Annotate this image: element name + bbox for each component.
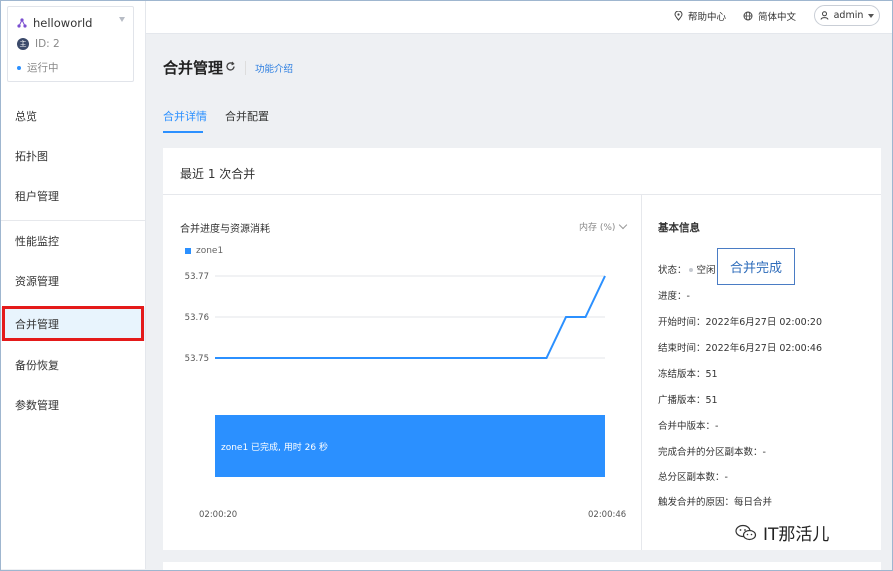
info-row-end-time: 结束时间：2022年6月27日 02:00:46 [658, 340, 822, 354]
info-row-start-time: 开始时间：2022年6月27日 02:00:20 [658, 314, 822, 328]
page-title: 合并管理 [163, 59, 224, 77]
info-row-trigger-reason: 触发合并的原因：每日合并 [658, 494, 772, 508]
sidebar-item-label: 性能监控 [15, 235, 59, 248]
info-row-merged-replicas: 完成合并的分区副本数：- [658, 444, 766, 458]
user-menu[interactable]: admin [814, 5, 880, 26]
sidebar-item-label: 租户管理 [15, 190, 59, 203]
y-tick-label: 53.75 [185, 354, 209, 364]
info-value: 2022年6月27日 02:00:20 [705, 317, 823, 328]
cluster-icon [17, 18, 27, 28]
watermark-text: IT那活儿 [763, 525, 830, 545]
instance-id: ID: 2 [35, 38, 60, 50]
sidebar-item-params[interactable]: 参数管理 [1, 388, 145, 422]
info-value: - [715, 421, 719, 432]
info-row-total-replicas: 总分区副本数：- [658, 469, 728, 483]
globe-icon [743, 11, 753, 21]
info-row-broadcast-version: 广播版本：51 [658, 392, 718, 406]
next-card [163, 562, 881, 570]
active-tab-indicator [163, 131, 203, 133]
instance-card[interactable]: helloworld 主 ID: 2 运行中 [7, 6, 134, 82]
highlight-box [2, 306, 144, 341]
sidebar-item-label: 备份恢复 [15, 359, 59, 372]
sidebar-item-backup[interactable]: 备份恢复 [1, 348, 145, 382]
user-icon [820, 11, 829, 20]
info-label: 总分区副本数： [658, 472, 725, 483]
x-tick-label: 02:00:46 [588, 510, 627, 520]
sidebar-item-resources[interactable]: 资源管理 [1, 264, 145, 298]
watermark: IT那活儿 [735, 520, 829, 545]
merge-complete-callout: 合并完成 [717, 248, 795, 285]
wechat-icon [735, 524, 757, 540]
y-tick-label: 53.76 [185, 313, 209, 323]
language-label: 简体中文 [758, 12, 797, 23]
merge-card: 最近 1 次合并 合并进度与资源消耗 内存 (%) zone1 53.77 53.… [163, 148, 881, 550]
info-label: 进度： [658, 291, 687, 302]
info-value: 51 [705, 369, 718, 380]
info-row-frozen-version: 冻结版本：51 [658, 366, 718, 380]
help-center-link[interactable]: 帮助中心 [674, 9, 726, 23]
memory-line-chart: 53.77 53.76 53.75 [185, 272, 606, 364]
info-row-status: 状态： 空闲 [658, 262, 716, 276]
language-switch[interactable]: 简体中文 [743, 9, 796, 23]
chevron-down-icon[interactable] [119, 17, 125, 22]
info-label: 广播版本： [658, 395, 706, 406]
feature-intro-link[interactable]: 功能介绍 [245, 61, 293, 75]
instance-status: 运行中 [27, 62, 59, 74]
info-value: 空闲 [696, 265, 716, 276]
nav-divider [1, 220, 145, 221]
instance-name: helloworld [33, 16, 93, 30]
instance-id-row: 主 ID: 2 [17, 38, 60, 50]
info-value: 51 [705, 395, 718, 406]
info-label: 状态： [658, 265, 687, 276]
info-label: 触发合并的原因： [658, 497, 735, 508]
status-dot-icon [688, 268, 693, 272]
status-dot-icon [17, 65, 21, 70]
sidebar-item-overview[interactable]: 总览 [1, 99, 145, 133]
sidebar-item-label: 资源管理 [15, 275, 59, 288]
info-row-merging-version: 合并中版本：- [658, 418, 718, 432]
info-label: 结束时间： [658, 343, 706, 354]
username: admin [833, 10, 864, 21]
location-pin-icon [674, 11, 683, 21]
info-value: - [686, 291, 690, 302]
instance-status-row: 运行中 [17, 60, 59, 75]
sidebar-item-performance[interactable]: 性能监控 [1, 224, 145, 258]
sidebar-item-label: 拓扑图 [15, 150, 48, 163]
chevron-down-icon [868, 13, 875, 18]
refresh-icon[interactable] [225, 61, 236, 72]
info-value: - [724, 472, 728, 483]
sidebar-item-tenants[interactable]: 租户管理 [1, 179, 145, 213]
instance-name-row: helloworld [17, 16, 92, 30]
sidebar: helloworld 主 ID: 2 运行中 总览 拓扑图 租户管理 性能监控 … [1, 1, 146, 569]
y-tick-label: 53.77 [185, 272, 209, 282]
info-label: 开始时间： [658, 317, 706, 328]
progress-bar-text: zone1 已完成, 用时 26 秒 [221, 443, 328, 453]
tab-merge-config[interactable]: 合并配置 [225, 108, 269, 124]
sidebar-item-topology[interactable]: 拓扑图 [1, 139, 145, 173]
basic-info-title: 基本信息 [658, 222, 700, 234]
info-row-progress: 进度：- [658, 288, 690, 302]
info-value: - [762, 447, 766, 458]
info-value: 2022年6月27日 02:00:46 [705, 343, 823, 354]
zone-progress-bar: zone1 已完成, 用时 26 秒 [215, 415, 605, 477]
sidebar-item-label: 总览 [15, 110, 37, 123]
info-label: 冻结版本： [658, 369, 706, 380]
info-label: 合并中版本： [658, 421, 716, 432]
help-center-label: 帮助中心 [688, 12, 727, 23]
id-badge-icon: 主 [17, 38, 29, 50]
sidebar-item-label: 参数管理 [15, 399, 59, 412]
column-divider [641, 195, 642, 550]
info-label: 完成合并的分区副本数： [658, 447, 763, 458]
x-tick-label: 02:00:20 [199, 510, 238, 520]
info-value: 每日合并 [734, 497, 773, 508]
topbar: 帮助中心 简体中文 admin [146, 1, 892, 34]
tab-merge-details[interactable]: 合并详情 [163, 108, 207, 124]
